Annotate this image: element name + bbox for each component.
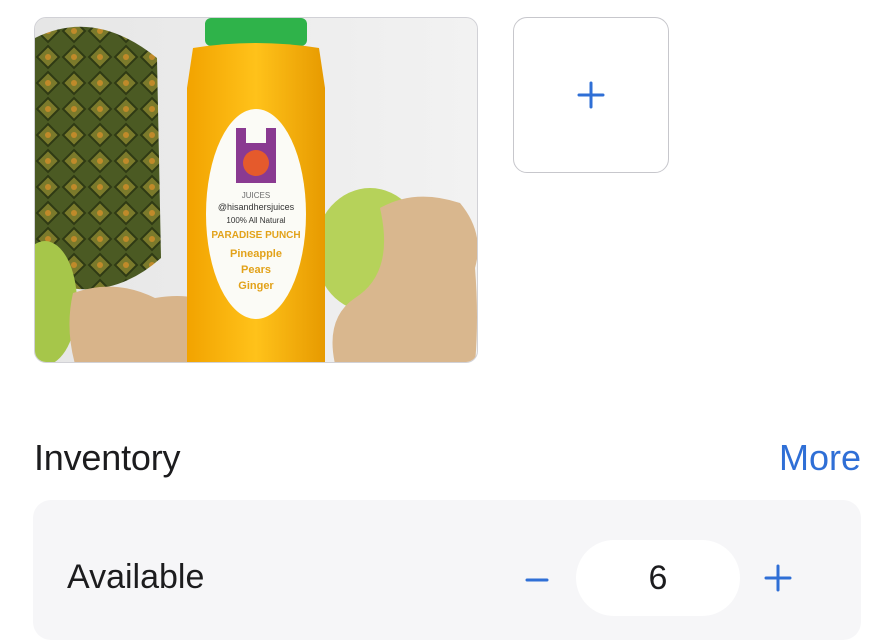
plus-icon <box>764 564 792 592</box>
svg-text:PARADISE PUNCH: PARADISE PUNCH <box>211 230 300 241</box>
svg-text:Ginger: Ginger <box>238 280 274 292</box>
available-label: Available <box>67 558 205 596</box>
svg-text:@hisandhersjuices: @hisandhersjuices <box>218 202 295 212</box>
plus-icon <box>577 81 605 109</box>
minus-icon <box>525 578 549 582</box>
decrement-button[interactable] <box>512 555 562 605</box>
svg-text:Pineapple: Pineapple <box>230 248 282 260</box>
add-photo-button[interactable] <box>513 17 669 173</box>
inventory-heading: Inventory <box>34 437 181 478</box>
quantity-field[interactable]: 6 <box>576 540 740 616</box>
svg-text:JUICES: JUICES <box>242 191 270 200</box>
quantity-value: 6 <box>648 558 668 597</box>
more-link[interactable]: More <box>779 437 861 479</box>
svg-text:Pears: Pears <box>241 264 271 276</box>
increment-button[interactable] <box>753 553 803 603</box>
product-photo[interactable]: JUICES @hisandhersjuices 100% All Natura… <box>34 17 478 363</box>
svg-text:100% All Natural: 100% All Natural <box>226 216 285 225</box>
